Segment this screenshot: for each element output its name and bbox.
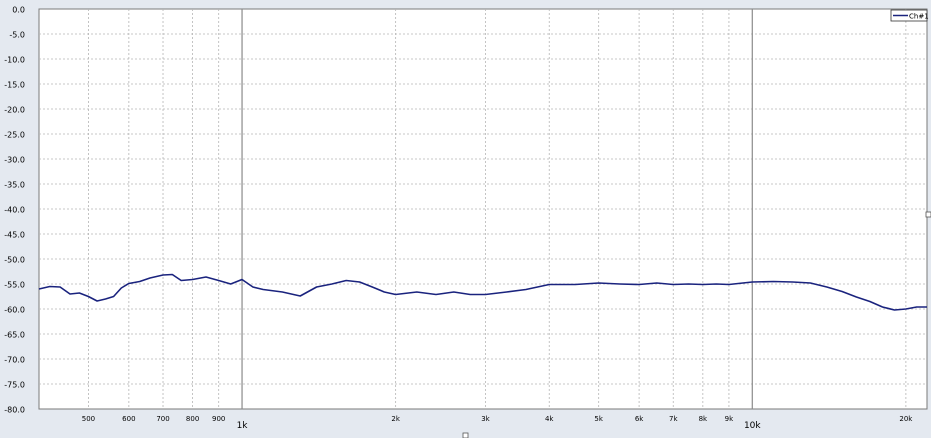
x-tick-label: 2k <box>391 415 400 423</box>
x-tick-label: 5k <box>594 415 603 423</box>
y-tick-label: -65.0 <box>4 331 25 340</box>
y-tick-label: -20.0 <box>4 106 25 115</box>
frequency-response-chart: 0.0 -5.0 -10.0 -15.0 -20.0 -25.0 -30.0 -35.0 -40… <box>0 0 931 438</box>
x-tick-label: 600 <box>122 415 135 423</box>
y-tick-label: -5.0 <box>9 31 25 40</box>
resize-handle-bottom[interactable] <box>462 432 469 438</box>
y-tick-label: -30.0 <box>4 156 25 165</box>
x-tick-label: 9k <box>725 415 734 423</box>
x-tick-label: 800 <box>186 415 199 423</box>
x-tick-label: 900 <box>212 415 225 423</box>
y-tick-label: -50.0 <box>4 256 25 265</box>
x-tick-label: 7k <box>669 415 678 423</box>
resize-handle-right[interactable] <box>925 211 931 218</box>
x-tick-label: 10k <box>744 421 761 431</box>
x-tick-label: 1k <box>237 421 249 431</box>
y-tick-label: -80.0 <box>4 406 25 415</box>
x-tick-label: 3k <box>481 415 490 423</box>
y-tick-label: -40.0 <box>4 206 25 215</box>
y-tick-label: 0.0 <box>12 6 25 15</box>
y-tick-label: -70.0 <box>4 356 25 365</box>
y-tick-label: -10.0 <box>4 56 25 65</box>
x-tick-label: 4k <box>545 415 554 423</box>
y-tick-label: -25.0 <box>4 131 25 140</box>
y-tick-label: -45.0 <box>4 231 25 240</box>
y-tick-label: -75.0 <box>4 381 25 390</box>
legend: Ch#1 <box>890 9 929 22</box>
y-tick-label: -55.0 <box>4 281 25 290</box>
y-tick-label: -60.0 <box>4 306 25 315</box>
x-tick-label: 8k <box>699 415 708 423</box>
x-tick-label: 20k <box>899 415 913 423</box>
x-tick-label: 500 <box>82 415 95 423</box>
y-tick-label: -35.0 <box>4 181 25 190</box>
y-tick-label: -15.0 <box>4 81 25 90</box>
x-tick-label: 700 <box>156 415 169 423</box>
legend-label-ch1: Ch#1 <box>909 13 929 21</box>
x-tick-label: 6k <box>635 415 644 423</box>
